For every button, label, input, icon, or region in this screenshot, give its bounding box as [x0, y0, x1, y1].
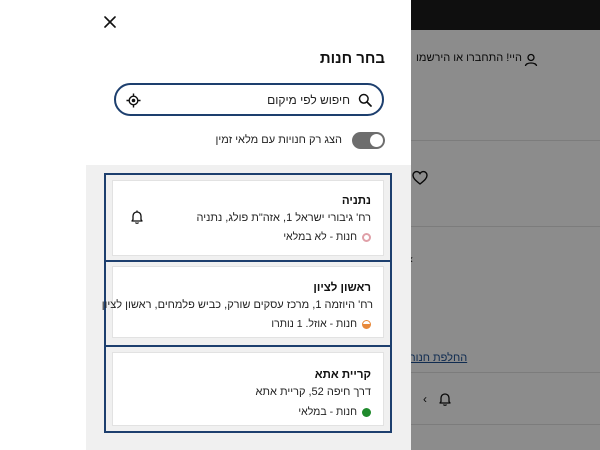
in-stock-filter: הצג רק חנויות עם מלאי זמין — [216, 131, 385, 149]
store-card-kiryat-ata[interactable]: קריית אתא דרך חיפה 52, קריית אתא חנות - … — [112, 352, 384, 426]
status-dot-in-stock — [362, 407, 371, 417]
store-address: דרך חיפה 52, קריית אתא — [255, 386, 372, 398]
status-dot-low-stock — [362, 319, 371, 329]
in-stock-toggle[interactable] — [352, 131, 385, 149]
close-icon — [104, 16, 116, 28]
drawer-title: בחר חנות — [319, 50, 385, 67]
store-card-rishon-lezion[interactable]: ראשון לציון רח' היוזמה 1, מרכז עסקים שור… — [102, 266, 384, 338]
toggle-label: הצג רק חנויות עם מלאי זמין — [215, 134, 342, 146]
store-name: נתניה — [341, 195, 371, 207]
location-search — [114, 83, 384, 116]
store-name: ראשון לציון — [313, 282, 371, 294]
store-list: נתניה רח' גיבורי ישראל 1, אזה"ת פולג, נת… — [102, 173, 392, 433]
status-dot-out-of-stock — [362, 232, 371, 242]
locate-me-icon[interactable] — [126, 93, 141, 108]
store-divider — [104, 260, 392, 262]
store-address: רח' גיבורי ישראל 1, אזה"ת פולג, נתניה — [196, 212, 371, 224]
store-divider — [104, 345, 392, 347]
toggle-knob — [370, 133, 383, 147]
search-icon[interactable] — [358, 93, 372, 107]
store-card-netanya[interactable]: נתניה רח' גיבורי ישראל 1, אזה"ת פולג, נת… — [112, 180, 384, 256]
bell-icon[interactable] — [129, 209, 145, 225]
store-status: חנות - במלאי — [298, 406, 371, 418]
store-address: רח' היוזמה 1, מרכז עסקים שורק, כביש פלמח… — [101, 299, 373, 311]
search-input[interactable] — [150, 91, 350, 109]
store-status: חנות - אוזל. 1 נותרו — [271, 318, 371, 330]
store-status: חנות - לא במלאי — [283, 231, 371, 243]
store-name: קריית אתא — [314, 369, 371, 381]
close-button[interactable] — [100, 12, 120, 32]
